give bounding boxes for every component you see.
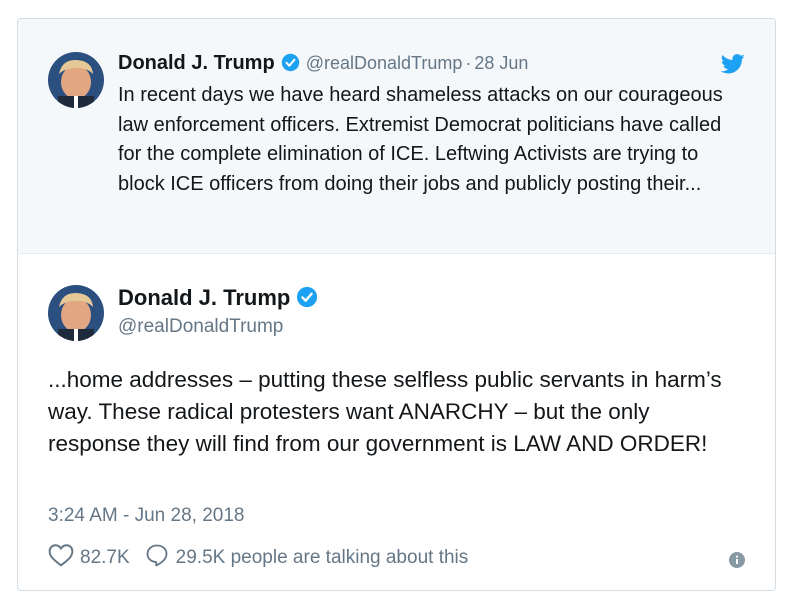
tweet-timestamp[interactable]: 3:24 AM - Jun 28, 2018 — [48, 505, 244, 527]
like-count: 82.7K — [80, 547, 130, 568]
tweet-text: ...home addresses – putting these selfle… — [48, 367, 722, 456]
separator-dot: · — [465, 53, 472, 73]
tweet-actions: 82.7K 29.5K people are talking about thi… — [48, 543, 468, 573]
avatar[interactable] — [48, 52, 104, 108]
quoted-tweet[interactable]: Donald J. Trump @realDonaldTrump · 28 Jun I… — [18, 19, 775, 254]
author-name[interactable]: Donald J. Trump — [118, 285, 290, 310]
heart-icon — [48, 543, 80, 573]
avatar[interactable] — [48, 285, 104, 341]
like-button[interactable]: 82.7K — [48, 543, 130, 573]
quoted-tweet-text: In recent days we have heard shameless a… — [118, 84, 723, 195]
info-icon[interactable] — [729, 552, 745, 573]
tweet-embed-card: Donald J. Trump @realDonaldTrump · 28 Jun I… — [17, 18, 776, 591]
quoted-author-line: Donald J. Trump @realDonaldTrump · 28 Jun — [118, 52, 528, 78]
verified-badge-icon — [296, 286, 318, 314]
twitter-bird-icon[interactable] — [720, 54, 745, 79]
tweet-date[interactable]: 28 Jun — [474, 53, 528, 73]
author-name[interactable]: Donald J. Trump — [118, 52, 275, 74]
verified-badge-icon — [281, 53, 300, 78]
reply-button[interactable]: 29.5K people are talking about this — [144, 543, 469, 573]
author-handle[interactable]: @realDonaldTrump — [306, 53, 463, 73]
talking-count: 29.5K people are talking about this — [175, 547, 469, 568]
speech-bubble-icon — [144, 543, 176, 573]
author-handle[interactable]: @realDonaldTrump — [118, 316, 283, 338]
author-name-line: Donald J. Trump — [118, 285, 318, 314]
